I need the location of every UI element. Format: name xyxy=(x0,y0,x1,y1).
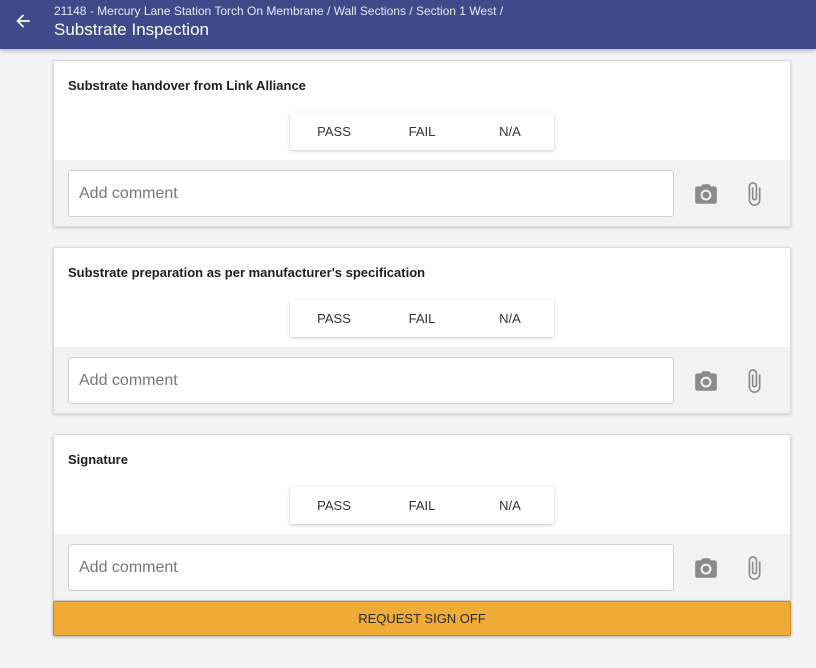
checklist-item-card: Substrate preparation as per manufacture… xyxy=(53,247,791,414)
checklist-item-title: Substrate handover from Link Alliance xyxy=(68,78,306,93)
result-selector: PASS FAIL N/A xyxy=(290,113,554,150)
camera-icon xyxy=(695,184,717,204)
comment-area xyxy=(54,347,790,413)
back-button[interactable] xyxy=(8,6,38,36)
comment-input[interactable] xyxy=(68,357,674,404)
comment-area xyxy=(54,534,790,600)
pass-button[interactable]: PASS xyxy=(290,487,378,524)
fail-button[interactable]: FAIL xyxy=(378,487,466,524)
paperclip-icon xyxy=(748,182,761,206)
app-bar: 21148 - Mercury Lane Station Torch On Me… xyxy=(0,0,816,49)
attach-button[interactable] xyxy=(740,554,768,582)
camera-icon xyxy=(695,371,717,391)
paperclip-icon xyxy=(748,556,761,580)
checklist-item-title: Signature xyxy=(68,452,128,467)
camera-button[interactable] xyxy=(692,367,720,395)
comment-input[interactable] xyxy=(68,544,674,591)
paperclip-icon xyxy=(748,369,761,393)
checklist-item-card: Substrate handover from Link Alliance PA… xyxy=(53,60,791,227)
request-signoff-button[interactable]: REQUEST SIGN OFF xyxy=(53,601,791,636)
na-button[interactable]: N/A xyxy=(466,300,554,337)
checklist-item-card: Signature PASS FAIL N/A xyxy=(53,434,791,601)
comment-input[interactable] xyxy=(68,170,674,217)
camera-button[interactable] xyxy=(692,554,720,582)
page-title: Substrate Inspection xyxy=(54,20,209,39)
attach-button[interactable] xyxy=(740,180,768,208)
fail-button[interactable]: FAIL xyxy=(378,300,466,337)
arrow-left-icon xyxy=(16,14,30,28)
camera-icon xyxy=(695,558,717,578)
na-button[interactable]: N/A xyxy=(466,487,554,524)
result-selector: PASS FAIL N/A xyxy=(290,300,554,337)
breadcrumb: 21148 - Mercury Lane Station Torch On Me… xyxy=(54,4,504,18)
na-button[interactable]: N/A xyxy=(466,113,554,150)
result-selector: PASS FAIL N/A xyxy=(290,487,554,524)
camera-button[interactable] xyxy=(692,180,720,208)
comment-area xyxy=(54,160,790,226)
fail-button[interactable]: FAIL xyxy=(378,113,466,150)
attach-button[interactable] xyxy=(740,367,768,395)
checklist-item-title: Substrate preparation as per manufacture… xyxy=(68,265,426,280)
pass-button[interactable]: PASS xyxy=(290,113,378,150)
pass-button[interactable]: PASS xyxy=(290,300,378,337)
